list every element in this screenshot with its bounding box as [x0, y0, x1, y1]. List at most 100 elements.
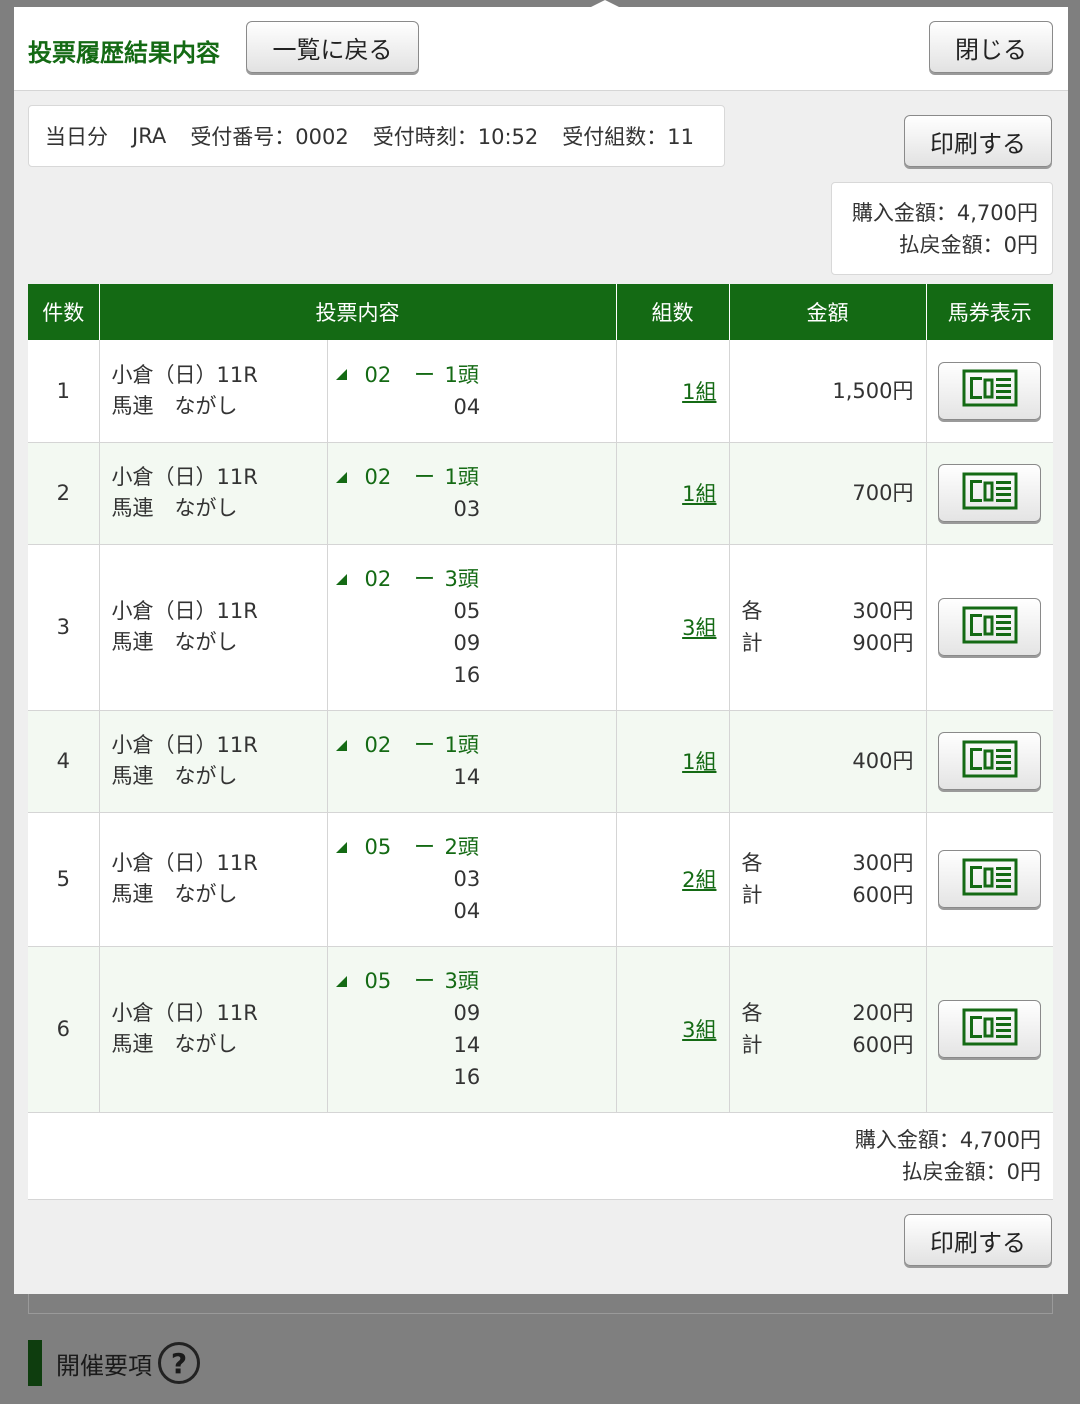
race-cell: 小倉（日）11R 馬連 ながし	[99, 544, 328, 711]
partner-count: 3頭	[444, 969, 479, 993]
axis-dash: ー	[414, 733, 435, 757]
axis-horse: 02	[364, 362, 392, 387]
header-ticket: 馬券表示	[926, 284, 1053, 340]
amount-cell: 各 300円 計 900円	[729, 544, 927, 711]
table-row: 3 小倉（日）11R 馬連 ながし 02 ー 3頭 05 09 16 3組 各 300…	[28, 544, 1053, 711]
table-row: 4 小倉（日）11R 馬連 ながし 02 ー 1頭 14 1組 400円	[28, 710, 1053, 813]
print-button-bottom[interactable]: 印刷する	[904, 1214, 1052, 1266]
each-label: 各	[741, 1001, 763, 1025]
each-label: 各	[741, 599, 763, 623]
row-number: 6	[28, 946, 100, 1113]
total-value: 900円	[852, 631, 914, 655]
triangle-marker-icon	[335, 841, 347, 853]
amount-cell: 各 300円 計 600円	[729, 812, 927, 947]
section-title: 開催要項	[56, 1351, 152, 1380]
receipt-time: 受付時刻：10:52	[372, 125, 539, 149]
kumi-link[interactable]: 3組	[682, 1018, 716, 1042]
race-name: 小倉（日）11R	[111, 733, 258, 757]
bet-axis: 05 ー 2頭	[335, 831, 616, 863]
amount-value: 700円	[852, 481, 914, 505]
kumi-link[interactable]: 3組	[682, 616, 716, 640]
race-name: 小倉（日）11R	[111, 465, 258, 489]
ticket-display-button[interactable]	[938, 732, 1042, 790]
bet-type: 馬連 ながし	[111, 1032, 238, 1056]
kumi-link[interactable]: 1組	[682, 750, 716, 774]
print-button-top[interactable]: 印刷する	[904, 115, 1052, 167]
table-row: 2 小倉（日）11R 馬連 ながし 02 ー 1頭 03 1組 700円	[28, 442, 1053, 545]
race-name: 小倉（日）11R	[111, 599, 258, 623]
partner-count: 1頭	[444, 362, 479, 387]
vote-history-modal: 投票履歴結果内容 一覧に戻る 閉じる 当日分 JRA 受付番号：0002 受付時…	[14, 0, 1068, 1294]
bet-type: 馬連 ながし	[111, 764, 238, 788]
partner-count: 3頭	[444, 567, 479, 591]
header-amount: 金額	[729, 284, 927, 340]
each-value: 300円	[852, 851, 914, 875]
bet-type: 馬連 ながし	[111, 882, 238, 906]
row-number: 5	[28, 812, 100, 947]
kumi-link[interactable]: 1組	[682, 482, 716, 506]
partner-horse: 03	[453, 497, 481, 521]
ticket-display-button[interactable]	[938, 850, 1042, 908]
total-label: 計	[741, 631, 763, 655]
ticket-cell	[926, 710, 1053, 813]
refund-amount-bottom: 払戻金額：0円	[901, 1159, 1041, 1184]
background-section-heading: 開催要項 ?	[28, 1340, 200, 1386]
row-number: 1	[28, 340, 100, 443]
axis-dash: ー	[414, 835, 435, 859]
table-row: 6 小倉（日）11R 馬連 ながし 05 ー 3頭 09 14 16 3組 各 200…	[28, 946, 1053, 1113]
help-icon[interactable]: ?	[158, 1342, 200, 1384]
ticket-display-button[interactable]	[938, 1000, 1042, 1058]
row-number: 2	[28, 442, 100, 545]
amount-each: 各 300円	[742, 847, 914, 879]
ticket-display-button[interactable]	[938, 464, 1042, 522]
modal-title: 投票履歴結果内容	[28, 39, 220, 67]
ticket-icon	[962, 606, 1018, 649]
amount-total: 計 600円	[742, 1029, 914, 1061]
bet-type: 馬連 ながし	[111, 393, 238, 418]
ticket-icon	[962, 1008, 1018, 1051]
ticket-cell	[926, 340, 1053, 443]
back-to-list-button[interactable]: 一覧に戻る	[246, 21, 419, 73]
close-button[interactable]: 閉じる	[929, 21, 1053, 73]
bet-content-cell: 02 ー 1頭 03	[327, 442, 617, 545]
purchase-amount-bottom: 購入金額：4,700円	[854, 1127, 1041, 1152]
ticket-display-button[interactable]	[938, 598, 1042, 656]
bet-content-cell: 02 ー 1頭 04	[327, 340, 617, 443]
race-cell: 小倉（日）11R 馬連 ながし	[99, 340, 328, 443]
table-header: 件数 投票内容 組数 金額 馬券表示	[28, 284, 1053, 340]
receipt-org: JRA	[132, 124, 167, 148]
amount-cell: 1,500円	[729, 340, 927, 443]
axis-horse: 02	[364, 733, 392, 757]
partner-count: 2頭	[444, 835, 479, 859]
receipt-count: 受付組数：11	[562, 125, 695, 149]
modal-header: 投票履歴結果内容 一覧に戻る 閉じる	[14, 7, 1068, 91]
kumi-link[interactable]: 2組	[682, 868, 716, 892]
receipt-info: 当日分 JRA 受付番号：0002 受付時刻：10:52 受付組数：11	[28, 105, 725, 167]
each-value: 200円	[852, 1001, 914, 1025]
amount-value: 400円	[852, 749, 914, 773]
amount-total: 計 600円	[742, 879, 914, 911]
kumi-cell: 3組	[616, 544, 730, 711]
table-row: 1 小倉（日）11R 馬連 ながし 02 ー 1頭 04 1組 1,500円	[28, 340, 1053, 443]
race-name: 小倉（日）11R	[111, 1001, 258, 1025]
ticket-cell	[926, 946, 1053, 1113]
partner-horse: 14	[453, 1033, 481, 1057]
race-cell: 小倉（日）11R 馬連 ながし	[99, 812, 328, 947]
race-name: 小倉（日）11R	[111, 362, 258, 387]
ticket-display-button[interactable]	[938, 361, 1042, 420]
background-page	[0, 0, 14, 1404]
ticket-icon	[962, 858, 1018, 901]
ticket-icon	[962, 369, 1018, 412]
axis-dash: ー	[414, 362, 435, 387]
receipt-number: 受付番号：0002	[190, 125, 349, 149]
table-row: 5 小倉（日）11R 馬連 ながし 05 ー 2頭 03 04 2組 各 300円 …	[28, 812, 1053, 947]
modal-caret	[591, 0, 619, 7]
bet-type: 馬連 ながし	[111, 630, 238, 654]
kumi-link[interactable]: 1組	[682, 380, 716, 404]
partner-horse: 04	[453, 394, 481, 419]
ticket-cell	[926, 812, 1053, 947]
race-cell: 小倉（日）11R 馬連 ながし	[99, 946, 328, 1113]
triangle-marker-icon	[335, 369, 347, 381]
bet-axis: 02 ー 1頭	[335, 359, 616, 391]
row-number: 4	[28, 710, 100, 813]
